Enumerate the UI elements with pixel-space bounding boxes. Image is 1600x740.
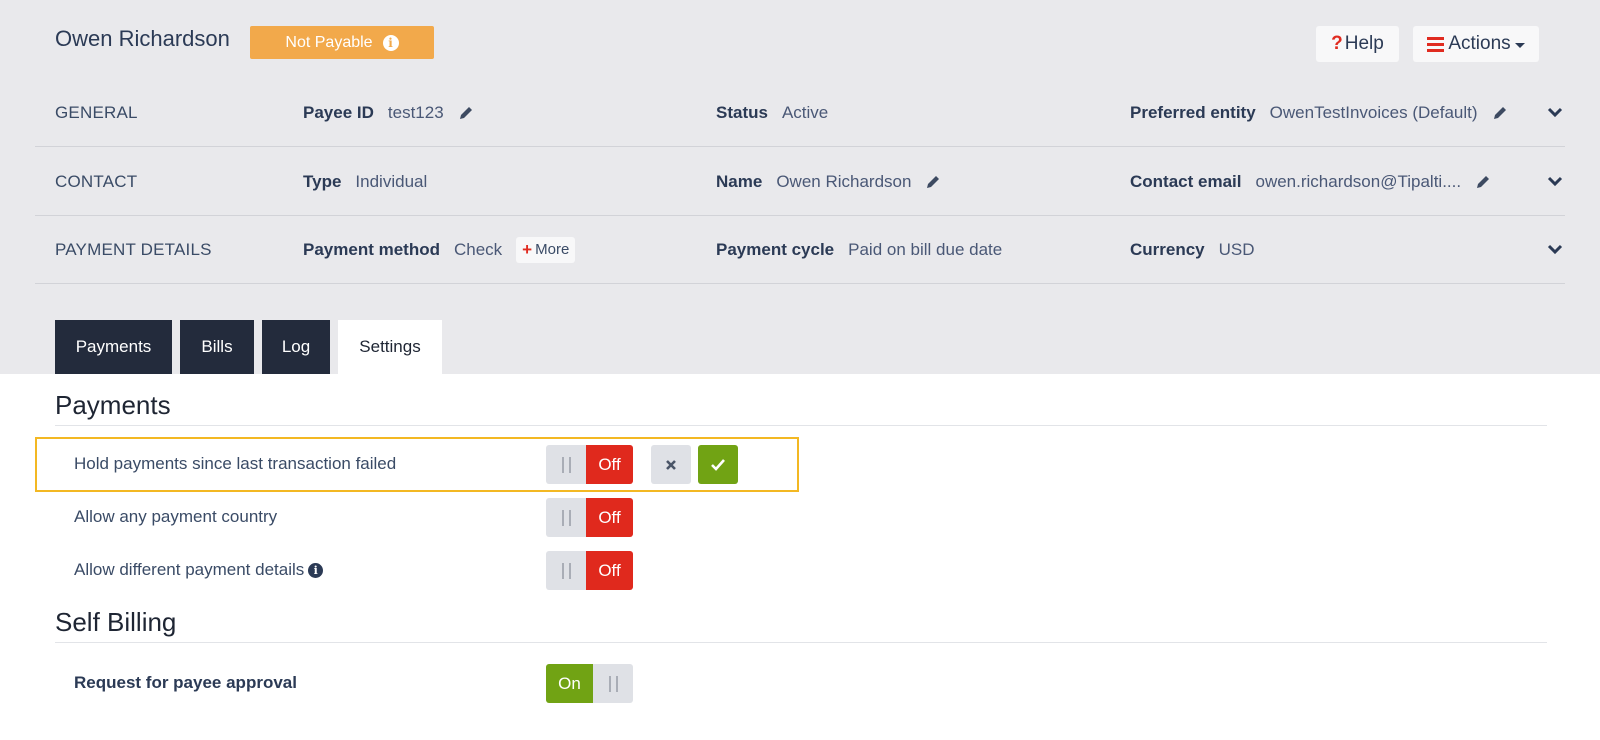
question-mark-icon: ? (1331, 33, 1343, 54)
allow-payment-details-row: Allow different payment details i (74, 560, 324, 580)
payee-id-label: Payee ID (303, 102, 374, 122)
toggle-state: Off (586, 551, 633, 590)
toggle-handle (546, 498, 586, 537)
more-button[interactable]: + More (516, 236, 576, 263)
toggle-state: Off (586, 445, 633, 484)
hold-payments-label: Hold payments since last transaction fai… (74, 454, 397, 473)
self-billing-section-title: Self Billing (55, 607, 177, 637)
payee-id-value: test123 (387, 102, 444, 122)
help-label: Help (1344, 33, 1384, 54)
close-icon (666, 459, 676, 470)
name-value: Owen Richardson (776, 171, 912, 191)
status-badge-label: Not Payable (285, 33, 373, 51)
status-label: Status (716, 102, 768, 122)
actions-label: Actions (1448, 33, 1511, 54)
edit-name-icon[interactable] (925, 174, 941, 190)
payment-cycle-value: Paid on bill due date (848, 239, 1003, 259)
toggle-state: Off (586, 498, 633, 537)
payment-cycle-label: Payment cycle (716, 239, 835, 259)
payment-details-section-label: PAYMENT DETAILS (55, 239, 212, 259)
edit-payee-id-icon[interactable] (458, 105, 474, 121)
divider (55, 642, 1547, 643)
confirm-button[interactable] (698, 445, 738, 484)
toggle-handle (546, 445, 586, 484)
help-button[interactable]: ? Help (1316, 26, 1399, 62)
contact-email-value: owen.richardson@Tipalti.... (1255, 171, 1462, 191)
chevron-down-icon[interactable] (1547, 107, 1563, 119)
payee-name: Owen Richardson (55, 26, 230, 51)
contact-row: CONTACT Type Individual Name Owen Richar… (35, 148, 1565, 216)
toggle-state: On (546, 664, 593, 703)
plus-icon: + (522, 239, 533, 259)
payee-approval-label: Request for payee approval (74, 673, 297, 692)
allow-payment-country-label: Allow any payment country (74, 507, 278, 526)
general-section-label: GENERAL (55, 102, 138, 122)
contact-section-label: CONTACT (55, 171, 138, 191)
chevron-down-icon[interactable] (1547, 244, 1563, 256)
payee-approval-toggle[interactable]: On (546, 664, 633, 703)
currency-label: Currency (1130, 239, 1205, 259)
hamburger-icon (1427, 36, 1445, 52)
payment-method-value: Check (453, 239, 503, 259)
contact-email-label: Contact email (1130, 171, 1242, 191)
allow-payment-details-toggle[interactable]: Off (546, 551, 633, 590)
payments-section-title: Payments (55, 390, 171, 420)
chevron-down-icon[interactable] (1547, 176, 1563, 188)
payment-details-row: PAYMENT DETAILS Payment method Check + M… (35, 216, 1565, 284)
allow-payment-details-label: Allow different payment details (74, 560, 305, 579)
edit-entity-icon[interactable] (1492, 105, 1508, 121)
allow-payment-country-toggle[interactable]: Off (546, 498, 633, 537)
actions-button[interactable]: Actions (1413, 26, 1539, 62)
check-icon (711, 459, 725, 471)
payment-method-label: Payment method (303, 239, 440, 259)
divider (55, 425, 1547, 426)
edit-email-icon[interactable] (1475, 174, 1491, 190)
toggle-handle (546, 551, 586, 590)
hold-payments-toggle[interactable]: Off (546, 445, 633, 484)
tab-log[interactable]: Log (262, 320, 330, 374)
tab-settings[interactable]: Settings (338, 320, 442, 374)
info-icon[interactable]: i (382, 34, 399, 51)
preferred-entity-label: Preferred entity (1130, 102, 1256, 122)
more-label: More (535, 241, 570, 258)
cancel-button[interactable] (651, 445, 691, 484)
currency-value: USD (1218, 239, 1255, 259)
name-label: Name (716, 171, 763, 191)
type-label: Type (303, 171, 342, 191)
info-icon[interactable]: i (308, 562, 324, 578)
tab-payments[interactable]: Payments (55, 320, 172, 374)
type-value: Individual (355, 171, 428, 191)
tab-bills[interactable]: Bills (180, 320, 254, 374)
status-badge[interactable]: Not Payable i (250, 26, 434, 59)
caret-down-icon (1514, 43, 1525, 48)
general-row: GENERAL Payee ID test123 Status Active P… (35, 79, 1565, 147)
preferred-entity-value: OwenTestInvoices (Default) (1269, 102, 1478, 122)
status-value: Active (781, 102, 829, 122)
toggle-handle (593, 664, 633, 703)
